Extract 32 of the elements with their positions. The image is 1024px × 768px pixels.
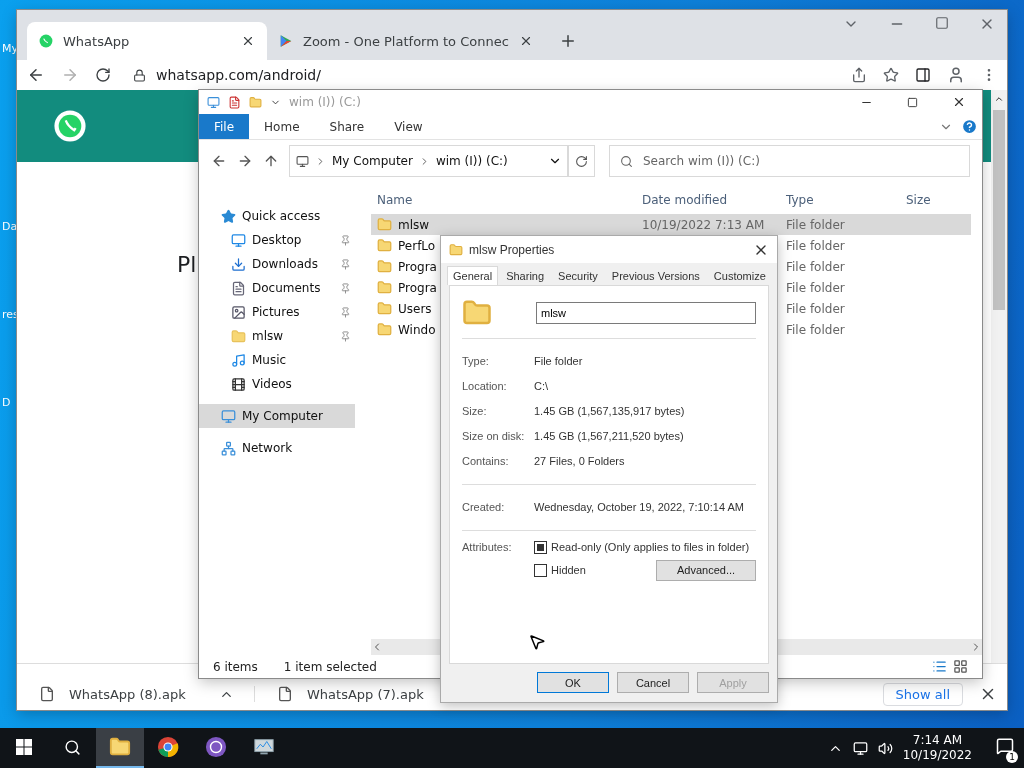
type-cell-text: File folder [785,280,846,295]
type-cell-text: File folder [785,238,846,253]
property-value: 1.45 GB (1,567,211,520 bytes) [534,430,685,443]
file-name: Progra [398,259,437,274]
file-name: Windo [398,322,436,337]
selection-count: 1 item selected [283,659,377,674]
file-name: PerfLo [398,238,436,253]
date-cell-text: 10/19/2022 7:13 AM [641,217,766,232]
property-label: Attributes: [462,540,513,553]
property-label: Location: [462,380,508,393]
property-value: C:\ [534,380,550,393]
property-value: 1.45 GB (1,567,135,917 bytes) [534,405,686,418]
dialog-title: mlsw Properties [469,242,555,257]
property-label: Size: [462,405,488,418]
file-name: Users [398,301,432,316]
type-cell-text: File folder [785,301,846,316]
property-label: Contains: [462,455,510,468]
page-heading: Pl [177,252,197,277]
window-title: wim (I)) (C:) [289,95,361,109]
property-value: 27 Files, 0 Folders [534,455,626,468]
type-cell-text: File folder [785,259,846,274]
property-label: Size on disk: [462,430,526,443]
property-value: File folder [534,355,584,368]
property-value: Wednesday, October 19, 2022, 7:10:14 AM [534,501,745,514]
file-name: Progra [398,280,437,295]
file-name: mlsw [398,217,430,232]
type-cell-text: File folder [785,322,846,337]
property-label: Type: [462,355,490,368]
property-label: Created: [462,501,506,514]
notification-count: 1 [1006,751,1018,763]
item-count: 6 items [213,659,258,674]
type-cell-text: File folder [785,217,846,232]
